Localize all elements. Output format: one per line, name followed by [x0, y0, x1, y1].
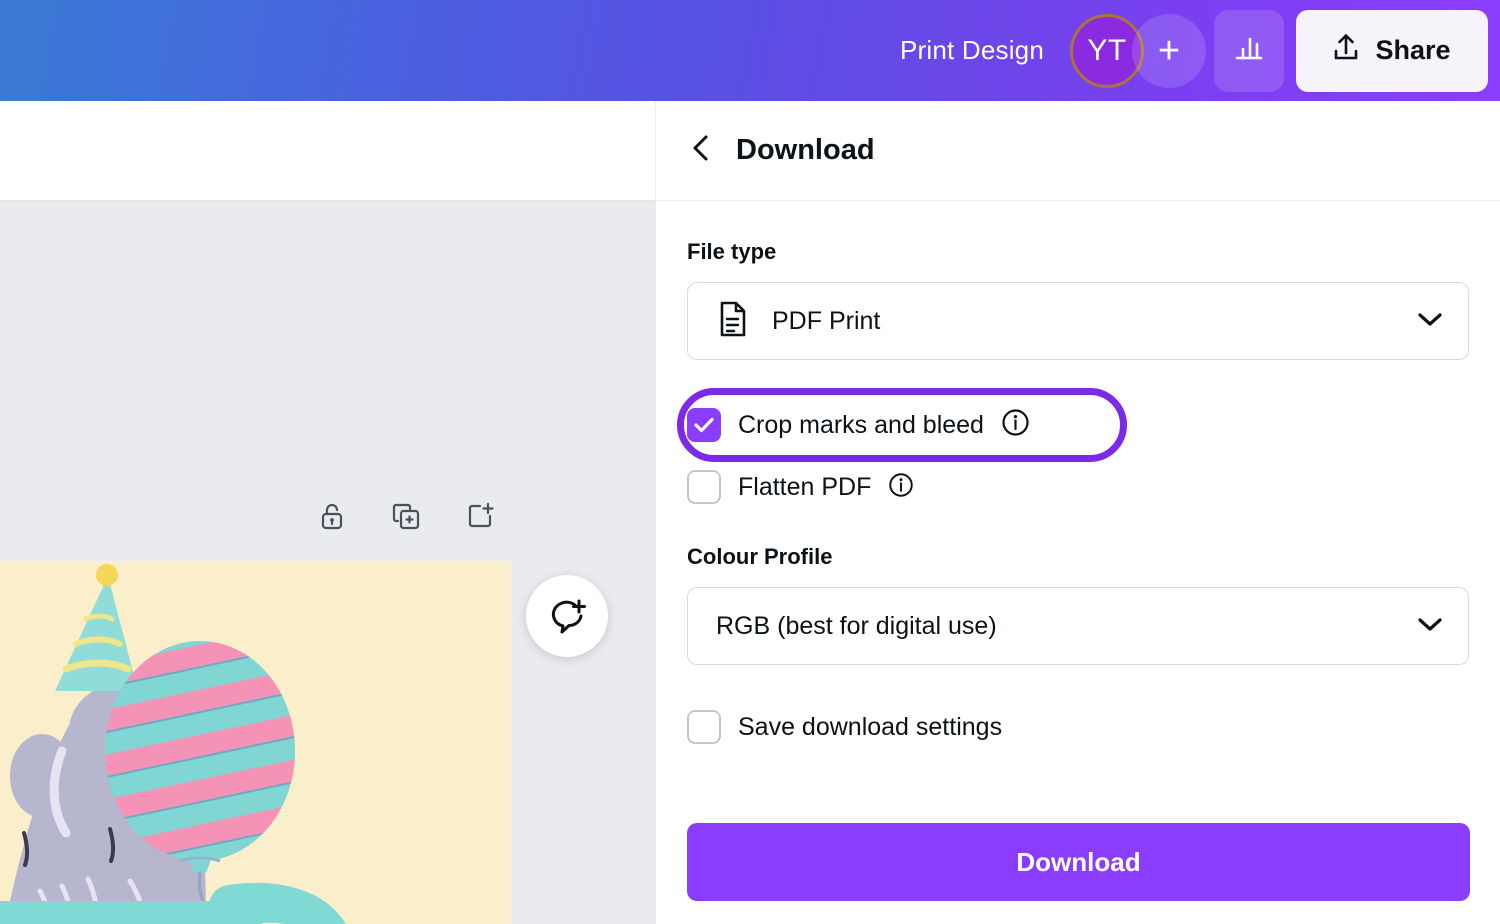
- duplicate-page-icon: [390, 500, 422, 537]
- save-settings-label: Save download settings: [738, 712, 1003, 741]
- upload-share-icon: [1329, 31, 1363, 70]
- top-header-bar: Print Design YT + Share: [0, 0, 1500, 101]
- document-icon: [716, 300, 750, 343]
- crop-marks-label: Crop marks and bleed: [738, 410, 984, 439]
- info-icon[interactable]: [1001, 408, 1030, 442]
- file-type-value: PDF Print: [772, 306, 881, 335]
- download-panel: Download File type PDF Print Crop marks …: [655, 101, 1500, 924]
- bar-chart-icon: [1231, 30, 1267, 71]
- document-title: Print Design: [899, 35, 1044, 65]
- panel-header: Download: [656, 101, 1500, 201]
- colour-profile-select[interactable]: RGB (best for digital use): [687, 587, 1469, 665]
- download-button[interactable]: Download: [687, 823, 1470, 901]
- crop-marks-option-row[interactable]: Crop marks and bleed: [687, 396, 1469, 454]
- add-page-icon: [464, 500, 496, 537]
- unlock-icon: [316, 500, 348, 537]
- colour-profile-label: Colour Profile: [687, 544, 833, 569]
- chevron-down-icon: [1416, 309, 1444, 334]
- insights-button[interactable]: [1214, 9, 1284, 92]
- chevron-down-icon: [1416, 614, 1444, 639]
- file-type-label: File type: [687, 239, 777, 264]
- design-artboard[interactable]: You're my pup of: [0, 561, 511, 924]
- panel-body: File type PDF Print Crop marks and bleed…: [656, 201, 1500, 756]
- flatten-pdf-option-row[interactable]: Flatten PDF: [687, 458, 1469, 516]
- panel-title: Download: [736, 134, 875, 166]
- canva-editor-screen: Print Design YT + Share Download File ty…: [0, 0, 1500, 924]
- check-icon: [694, 417, 714, 433]
- page-toolbar: [315, 501, 497, 535]
- info-icon[interactable]: [888, 472, 914, 503]
- add-page-button[interactable]: [463, 501, 497, 535]
- crop-marks-checkbox[interactable]: [687, 408, 721, 442]
- file-type-select[interactable]: PDF Print: [687, 282, 1469, 360]
- flatten-pdf-checkbox[interactable]: [687, 470, 721, 504]
- editor-workspace: You're my pup of: [0, 101, 655, 924]
- save-settings-checkbox[interactable]: [687, 710, 721, 744]
- colour-profile-value: RGB (best for digital use): [716, 611, 997, 640]
- artwork-illustration: You're my pup of: [0, 561, 511, 924]
- save-settings-option-row[interactable]: Save download settings: [687, 698, 1469, 756]
- flatten-pdf-label: Flatten PDF: [738, 472, 872, 501]
- unlock-page-button[interactable]: [315, 501, 349, 535]
- back-button[interactable]: [688, 133, 714, 168]
- share-button[interactable]: Share: [1296, 9, 1488, 92]
- collaborator-group: YT +: [1070, 13, 1206, 88]
- add-comment-button[interactable]: [526, 575, 608, 657]
- share-button-label: Share: [1375, 35, 1451, 65]
- add-collaborator-button[interactable]: +: [1132, 13, 1206, 88]
- duplicate-page-button[interactable]: [389, 501, 423, 535]
- add-comment-icon: [545, 592, 589, 641]
